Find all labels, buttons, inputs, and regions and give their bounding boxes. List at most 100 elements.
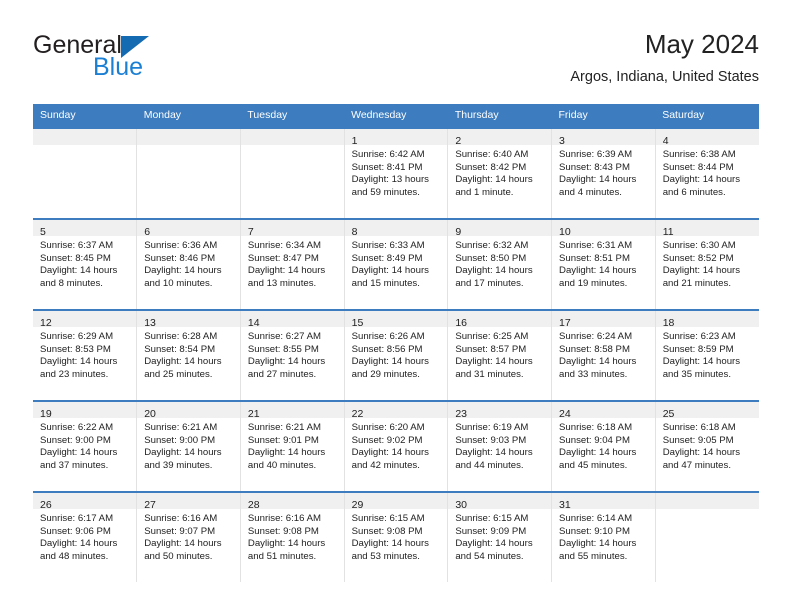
sunrise-text: Sunrise: 6:15 AM (351, 513, 425, 524)
calendar-day-cell[interactable]: 30 Sunrise: 6:15 AM Sunset: 9:09 PM Dayligh… (447, 491, 553, 582)
calendar-day-cell[interactable]: 12 Sunrise: 6:29 AM Sunset: 8:53 PM Dayligh… (33, 309, 138, 401)
calendar-day-cell[interactable]: 16 Sunrise: 6:25 AM Sunset: 8:57 PM Dayligh… (447, 309, 553, 401)
day-number-band: 5 (33, 220, 137, 238)
daylight-text-line1: Daylight: 14 hours (247, 356, 326, 368)
day-details: Sunrise: 6:17 AM Sunset: 9:06 PM Daylight:… (33, 509, 136, 563)
daylight-text-line2: and 40 minutes. (247, 459, 317, 471)
sunrise-text: Sunrise: 6:32 AM (455, 240, 529, 251)
calendar-day-cell[interactable]: 3 Sunrise: 6:39 AM Sunset: 8:43 PM Daylight… (551, 127, 656, 219)
weekday-header-friday: Friday (551, 104, 656, 128)
calendar-day-cell[interactable]: 15 Sunrise: 6:26 AM Sunset: 8:56 PM Dayligh… (344, 309, 449, 401)
calendar-day-cell[interactable]: 14 Sunrise: 6:27 AM Sunset: 8:55 PM Dayligh… (240, 309, 345, 401)
day-number-band: 25 (655, 402, 759, 420)
calendar-week-row: 1 Sunrise: 6:42 AM Sunset: 8:41 PM Daylight… (33, 127, 759, 219)
calendar-day-cell[interactable]: 31 Sunrise: 6:14 AM Sunset: 9:10 PM Dayligh… (551, 491, 656, 582)
sunrise-text: Sunrise: 6:23 AM (662, 331, 736, 342)
day-number-band: 1 (344, 129, 448, 147)
daylight-text-line2: and 35 minutes. (662, 368, 731, 380)
daylight-text-line2: and 21 minutes. (662, 277, 731, 289)
calendar-day-cell[interactable]: 5 Sunrise: 6:37 AM Sunset: 8:45 PM Daylight… (33, 218, 138, 310)
sunset-text: Sunset: 8:45 PM (40, 252, 111, 264)
daylight-text-line2: and 51 minutes. (247, 550, 317, 562)
calendar-day-cell[interactable]: 17 Sunrise: 6:24 AM Sunset: 8:58 PM Dayligh… (551, 309, 656, 401)
sunrise-text: Sunrise: 6:25 AM (455, 331, 529, 342)
calendar-day-cell[interactable]: 29 Sunrise: 6:15 AM Sunset: 9:08 PM Dayligh… (344, 491, 449, 582)
calendar-day-cell[interactable]: 9 Sunrise: 6:32 AM Sunset: 8:50 PM Daylight… (447, 218, 553, 310)
calendar-day-cell[interactable]: 27 Sunrise: 6:16 AM Sunset: 9:07 PM Dayligh… (136, 491, 241, 582)
calendar-day-cell[interactable]: 4 Sunrise: 6:38 AM Sunset: 8:44 PM Daylight… (655, 127, 759, 219)
sunrise-text: Sunrise: 6:36 AM (144, 240, 218, 251)
calendar-day-cell[interactable]: 24 Sunrise: 6:18 AM Sunset: 9:04 PM Dayligh… (551, 400, 656, 492)
day-number: 28 (247, 499, 260, 511)
daylight-text-line1: Daylight: 14 hours (455, 174, 533, 186)
day-number-band: 24 (552, 402, 655, 420)
calendar-day-cell[interactable]: 2 Sunrise: 6:40 AM Sunset: 8:42 PM Daylight… (447, 127, 553, 219)
calendar-day-cell[interactable]: 25 Sunrise: 6:18 AM Sunset: 9:05 PM Dayligh… (655, 400, 759, 492)
sunset-text: Sunset: 8:41 PM (351, 161, 423, 173)
day-details: Sunrise: 6:33 AM Sunset: 8:49 PM Daylight:… (345, 236, 448, 290)
title-block: May 2024 Argos, Indiana, United States (570, 28, 759, 87)
calendar-day-cell[interactable]: 20 Sunrise: 6:21 AM Sunset: 9:00 PM Dayligh… (136, 400, 241, 492)
day-details: Sunrise: 6:14 AM Sunset: 9:10 PM Daylight:… (552, 509, 655, 563)
sunset-text: Sunset: 8:47 PM (247, 252, 319, 264)
day-number-band: 12 (33, 311, 137, 329)
daylight-text-line2: and 48 minutes. (40, 550, 109, 562)
sunrise-text: Sunrise: 6:31 AM (559, 240, 633, 251)
calendar-day-cell[interactable]: 6 Sunrise: 6:36 AM Sunset: 8:46 PM Daylight… (136, 218, 241, 310)
day-number: 5 (40, 226, 46, 238)
calendar-day-cell[interactable]: 19 Sunrise: 6:22 AM Sunset: 9:00 PM Dayligh… (33, 400, 138, 492)
calendar-cell-empty (655, 491, 759, 582)
daylight-text-line1: Daylight: 14 hours (455, 265, 533, 277)
calendar-day-cell[interactable]: 7 Sunrise: 6:34 AM Sunset: 8:47 PM Daylight… (240, 218, 345, 310)
calendar-day-cell[interactable]: 21 Sunrise: 6:21 AM Sunset: 9:01 PM Dayligh… (240, 400, 345, 492)
sunrise-text: Sunrise: 6:15 AM (455, 513, 529, 524)
sunset-text: Sunset: 8:50 PM (455, 252, 527, 264)
day-number: 4 (662, 135, 669, 147)
calendar-day-cell[interactable]: 1 Sunrise: 6:42 AM Sunset: 8:41 PM Daylight… (344, 127, 449, 219)
daylight-text-line2: and 55 minutes. (559, 550, 628, 562)
weekday-header-sunday: Sunday (33, 104, 137, 128)
weekday-header-monday: Monday (136, 104, 241, 128)
day-details: Sunrise: 6:28 AM Sunset: 8:54 PM Daylight:… (137, 327, 240, 381)
daylight-text-line2: and 10 minutes. (144, 277, 213, 289)
day-number: 19 (40, 408, 52, 420)
daylight-text-line1: Daylight: 14 hours (559, 174, 637, 186)
calendar-day-cell[interactable]: 28 Sunrise: 6:16 AM Sunset: 9:08 PM Dayligh… (240, 491, 345, 582)
calendar-day-cell[interactable]: 22 Sunrise: 6:20 AM Sunset: 9:02 PM Dayligh… (344, 400, 449, 492)
day-number-band: 20 (137, 402, 240, 420)
calendar-day-cell[interactable]: 10 Sunrise: 6:31 AM Sunset: 8:51 PM Dayligh… (551, 218, 656, 310)
calendar-body: 1 Sunrise: 6:42 AM Sunset: 8:41 PM Daylight… (33, 127, 759, 582)
day-number: 7 (247, 226, 254, 238)
calendar-week-row: 19 Sunrise: 6:22 AM Sunset: 9:00 PM Dayligh… (33, 400, 759, 492)
weekday-header-saturday: Saturday (655, 104, 759, 128)
calendar-day-cell[interactable]: 18 Sunrise: 6:23 AM Sunset: 8:59 PM Dayligh… (655, 309, 759, 401)
sunset-text: Sunset: 9:01 PM (247, 434, 319, 446)
calendar-page: General Blue May 2024 Argos, Indiana, Un… (0, 0, 792, 612)
calendar-day-cell[interactable]: 26 Sunrise: 6:17 AM Sunset: 9:06 PM Dayligh… (33, 491, 138, 582)
calendar-week-row: 5 Sunrise: 6:37 AM Sunset: 8:45 PM Daylight… (33, 218, 759, 310)
day-number: 29 (351, 499, 364, 511)
daylight-text-line2: and 6 minutes. (662, 186, 726, 198)
day-number: 13 (144, 317, 156, 329)
day-number: 16 (455, 317, 467, 329)
day-number-band (137, 129, 240, 145)
daylight-text-line1: Daylight: 14 hours (144, 265, 222, 277)
daylight-text-line1: Daylight: 14 hours (144, 447, 222, 459)
daylight-text-line2: and 29 minutes. (351, 368, 420, 380)
day-number: 18 (662, 317, 675, 329)
daylight-text-line1: Daylight: 14 hours (559, 447, 637, 459)
generalblue-logo[interactable]: General Blue (33, 32, 263, 92)
daylight-text-line1: Daylight: 14 hours (247, 265, 326, 277)
daylight-text-line2: and 53 minutes. (351, 550, 420, 562)
calendar-day-cell[interactable]: 11 Sunrise: 6:30 AM Sunset: 8:52 PM Dayligh… (655, 218, 759, 310)
day-details: Sunrise: 6:39 AM Sunset: 8:43 PM Daylight:… (552, 145, 655, 199)
sunset-text: Sunset: 8:57 PM (455, 343, 527, 355)
calendar-day-cell[interactable]: 13 Sunrise: 6:28 AM Sunset: 8:54 PM Dayligh… (136, 309, 241, 401)
sunset-text: Sunset: 9:10 PM (559, 525, 630, 537)
logo-word-blue: Blue (93, 53, 144, 81)
calendar-week-row: 26 Sunrise: 6:17 AM Sunset: 9:06 PM Dayligh… (33, 491, 759, 582)
daylight-text-line1: Daylight: 14 hours (559, 356, 637, 368)
calendar-day-cell[interactable]: 23 Sunrise: 6:19 AM Sunset: 9:03 PM Dayligh… (447, 400, 553, 492)
day-number-band (33, 129, 137, 145)
calendar-day-cell[interactable]: 8 Sunrise: 6:33 AM Sunset: 8:49 PM Daylight… (344, 218, 449, 310)
